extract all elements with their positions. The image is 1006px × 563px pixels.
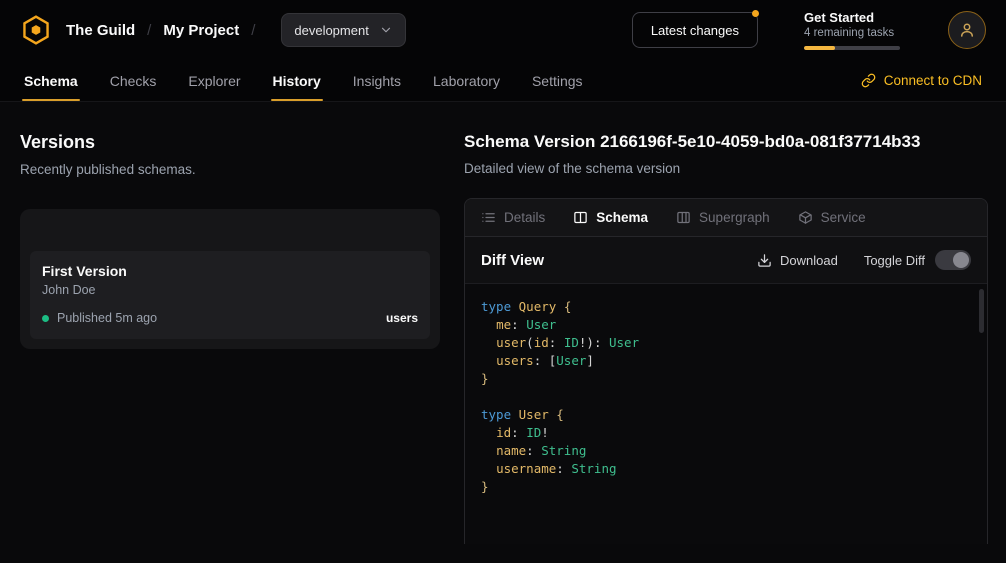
code-line: [481, 388, 971, 406]
tab-schema[interactable]: Schema: [24, 60, 78, 101]
diff-view-title: Diff View: [481, 252, 544, 269]
detail-tab-details[interactable]: Details: [481, 210, 545, 225]
tab-insights[interactable]: Insights: [353, 60, 401, 101]
detail-tabs: Details Schema Supergraph: [465, 199, 987, 237]
published-status-dot: [42, 315, 49, 322]
hive-logo[interactable]: [20, 14, 52, 46]
hexagon-logo-icon: [20, 14, 52, 46]
tab-history[interactable]: History: [273, 60, 321, 101]
detail-tab-supergraph[interactable]: Supergraph: [676, 210, 770, 225]
breadcrumb-separator: /: [251, 22, 255, 39]
breadcrumb-project[interactable]: My Project: [163, 22, 239, 39]
supergraph-columns-icon: [676, 210, 691, 225]
link-icon: [861, 73, 876, 88]
detail-tab-label: Details: [504, 210, 545, 225]
version-detail-subtitle: Detailed view of the schema version: [464, 161, 988, 176]
environment-selector[interactable]: development: [281, 13, 405, 47]
download-label: Download: [780, 253, 838, 268]
person-icon: [958, 21, 976, 39]
tab-label: Settings: [532, 73, 583, 89]
code-line: type User {: [481, 406, 971, 424]
breadcrumb-separator: /: [147, 22, 151, 39]
main-content: Versions Recently published schemas. Fir…: [0, 102, 1006, 544]
latest-changes-label: Latest changes: [651, 23, 739, 38]
get-started-title: Get Started: [804, 10, 900, 25]
get-started-widget[interactable]: Get Started 4 remaining tasks: [804, 10, 900, 50]
tab-label: Laboratory: [433, 73, 500, 89]
toggle-knob: [953, 252, 969, 268]
detail-tab-label: Service: [821, 210, 866, 225]
get-started-progress-track: [804, 46, 900, 50]
connect-to-cdn-label: Connect to CDN: [884, 73, 982, 88]
service-tag: users: [386, 311, 418, 325]
code-line: }: [481, 478, 971, 496]
tab-explorer[interactable]: Explorer: [188, 60, 240, 101]
tab-label: Checks: [110, 73, 157, 89]
progress-fill: [804, 46, 835, 50]
environment-selector-value: development: [294, 23, 368, 38]
schema-code-viewer[interactable]: type Query { me: User user(id: ID!): Use…: [465, 283, 987, 544]
version-detail-title: Schema Version 2166196f-5e10-4059-bd0a-0…: [464, 132, 988, 152]
notification-dot: [752, 10, 759, 17]
diff-controls: Download Toggle Diff: [757, 250, 971, 270]
download-icon: [757, 253, 772, 268]
latest-changes-button[interactable]: Latest changes: [632, 12, 758, 48]
tab-label: Schema: [24, 73, 78, 89]
versions-title: Versions: [20, 132, 440, 153]
version-detail-column: Schema Version 2166196f-5e10-4059-bd0a-0…: [464, 132, 988, 544]
connect-to-cdn-button[interactable]: Connect to CDN: [861, 60, 982, 101]
versions-card: First Version John Doe Published 5m ago …: [20, 209, 440, 349]
version-status-row: Published 5m ago users: [42, 311, 418, 325]
top-header: The Guild / My Project / development Lat…: [0, 0, 1006, 60]
versions-subtitle: Recently published schemas.: [20, 162, 440, 177]
code-block: type Query { me: User user(id: ID!): Use…: [481, 298, 971, 496]
get-started-subtitle: 4 remaining tasks: [804, 27, 900, 39]
code-line: type Query {: [481, 298, 971, 316]
scrollbar-thumb[interactable]: [979, 289, 984, 333]
version-name: First Version: [42, 263, 418, 279]
schema-columns-icon: [573, 210, 588, 225]
code-line: users: [User]: [481, 352, 971, 370]
version-detail-panel: Details Schema Supergraph: [464, 198, 988, 544]
diff-header: Diff View Download Toggle Diff: [465, 237, 987, 283]
tab-checks[interactable]: Checks: [110, 60, 157, 101]
tab-label: Explorer: [188, 73, 240, 89]
tab-laboratory[interactable]: Laboratory: [433, 60, 500, 101]
detail-tab-schema[interactable]: Schema: [573, 210, 648, 225]
download-button[interactable]: Download: [757, 253, 838, 268]
code-line: me: User: [481, 316, 971, 334]
service-box-icon: [798, 210, 813, 225]
version-status-text: Published 5m ago: [57, 311, 157, 325]
detail-tab-label: Supergraph: [699, 210, 770, 225]
detail-tab-service[interactable]: Service: [798, 210, 866, 225]
code-line: }: [481, 370, 971, 388]
toggle-diff-label: Toggle Diff: [864, 253, 925, 268]
detail-tab-label: Schema: [596, 210, 648, 225]
tab-label: Insights: [353, 73, 401, 89]
code-line: user(id: ID!): User: [481, 334, 971, 352]
toggle-diff-switch[interactable]: [935, 250, 971, 270]
version-author: John Doe: [42, 283, 418, 297]
code-line: name: String: [481, 442, 971, 460]
toggle-diff-group: Toggle Diff: [864, 250, 971, 270]
code-line: username: String: [481, 460, 971, 478]
project-nav: Schema Checks Explorer History Insights …: [0, 60, 1006, 102]
chevron-down-icon: [379, 23, 393, 37]
versions-column: Versions Recently published schemas. Fir…: [20, 132, 440, 544]
tab-label: History: [273, 73, 321, 89]
list-icon: [481, 210, 496, 225]
version-list-item[interactable]: First Version John Doe Published 5m ago …: [30, 251, 430, 339]
code-line: id: ID!: [481, 424, 971, 442]
tab-settings[interactable]: Settings: [532, 60, 583, 101]
user-avatar[interactable]: [948, 11, 986, 49]
breadcrumb-org[interactable]: The Guild: [66, 22, 135, 39]
